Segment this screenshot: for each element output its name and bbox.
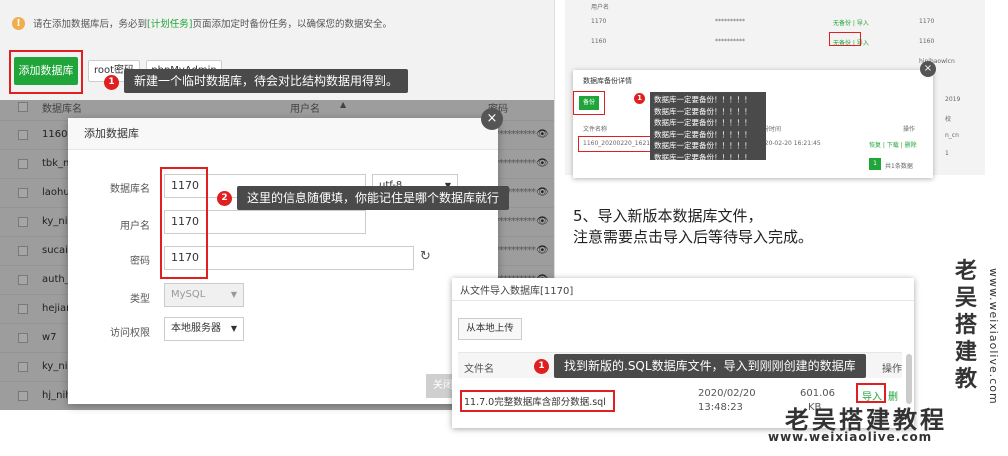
type-select: MySQL ▼ [164,283,244,307]
db-name-label: 数据库名 [110,184,150,195]
username-label: 用户名 [120,221,150,232]
side-val: 校 [945,116,952,123]
backup-ops[interactable]: 恢复 | 下载 | 删除 [869,140,917,149]
warning-icon: ! [12,16,25,30]
scrollbar[interactable] [906,354,912,404]
highlight-backup-button [573,91,605,115]
warning-prefix: 请在添加数据库后，务必到 [33,19,148,30]
tip-find-sql: 找到新版的.SQL数据库文件，导入到刚刚创建的数据库 [554,354,866,378]
warn-line: 数据库一定要备份！！！！！ [654,106,752,116]
row-user: 1170 [919,18,935,25]
dialog-title: 数据库备份详情 [583,77,632,85]
col-op: 操作 [882,364,902,375]
step-line-2: 注意需要点击导入后等待导入完成。 [573,228,814,246]
type-label: 类型 [130,294,150,305]
file-date: 2020/02/20 [698,388,756,399]
divider [452,300,914,301]
watermark-vertical: 老 吴 搭 建 教 [955,258,983,393]
refresh-icon[interactable]: ↻ [420,249,431,264]
cron-task-link[interactable]: [计划任务] [147,16,192,30]
access-select[interactable]: 本地服务器 ▼ [164,317,244,341]
row-user: 1160 [919,38,935,45]
add-database-dialog: 添加数据库 数据库名 1170 utf-8▼ 用户名 1170 密码 1170 … [68,118,498,404]
wm-char: 老 [955,259,978,284]
row-name: 1160 [591,38,607,45]
wm-char: 教 [955,367,978,392]
chevron-down-icon: ▼ [230,324,237,333]
row-pw: ********** [715,38,745,45]
page-number[interactable]: 1 [869,158,881,170]
warn-line: 数据库一定要备份！！！！！ [654,141,752,150]
warning-suffix: 页面添加定时备份任务，以确保您的数据安全。 [192,19,392,30]
highlight-form-inputs [160,167,208,279]
chevron-down-icon: ▼ [230,290,237,299]
record-count: 共1条数据 [885,163,913,170]
highlight-add-button [9,50,83,94]
watermark-url: www.weixiaolive.com [768,430,933,444]
row-pw: ********** [715,18,745,25]
backup-warning-bar: ! 请在添加数据库后，务必到 [计划任务] 页面添加定时备份任务，以确保您的数据… [0,10,554,36]
warn-line: 数据库一定要备份！！！！！ [654,152,752,162]
file-time: 13:48:23 [698,402,743,413]
wm-char: 建 [955,340,978,365]
side-val: n_cn [945,132,959,139]
warn-line: 数据库一定要备份！！！！！ [654,129,752,139]
tip-fill-info: 这里的信息随便填，你能记住是哪个数据库就行 [237,186,510,210]
side-val: 1 [945,150,949,157]
warn-line: 数据库一定要备份！！！！！ [654,95,752,104]
step-badge-1: 1 [534,359,549,374]
highlight-backup-link [829,32,861,46]
watermark-url-vertical: www.weixiaolive.com [987,268,1000,405]
wm-char: 吴 [955,286,978,311]
backup-warning-tip: 数据库一定要备份！！！！！ 数据库一定要备份！！！！！ 数据库一定要备份！！！！… [650,92,766,162]
access-label: 访问权限 [110,328,150,339]
step-badge-2: 2 [217,191,232,206]
step-badge: 1 [634,93,645,104]
warn-line: 数据库一定要备份！！！！！ [654,118,752,127]
dialog-title: 从文件导入数据库[1170] [460,286,574,297]
file-size: 601.06 [800,388,835,399]
backup-time: 2020-02-20 16:21:45 [757,140,821,147]
step-badge-1: 1 [104,75,119,90]
step-line-1: 5、导入新版本数据库文件， [573,207,763,225]
tip-new-database: 新建一个临时数据库，待会对比结构数据用得到。 [124,69,409,93]
access-value: 本地服务器 [171,323,221,334]
wm-char: 搭 [955,313,978,338]
col-file: 文件名称 [583,126,608,133]
step-instruction: 5、导入新版本数据库文件， 注意需要点击导入后等待导入完成。 [573,206,813,248]
col-file: 文件名 [464,364,494,375]
close-icon[interactable]: × [481,108,503,130]
row-name: 1170 [591,18,607,25]
type-value: MySQL [171,289,206,300]
dialog-title: 添加数据库 [68,118,498,150]
upload-local-button[interactable]: 从本地上传 [458,318,522,340]
row-actions[interactable]: 无备份 | 导入 [833,18,869,27]
col-name: 用户名 [591,4,610,11]
close-icon[interactable]: × [920,61,936,77]
side-val: 2019 [945,96,961,103]
col-op: 操作 [903,126,916,133]
highlight-sql-file [460,390,615,412]
password-label: 密码 [130,256,150,267]
